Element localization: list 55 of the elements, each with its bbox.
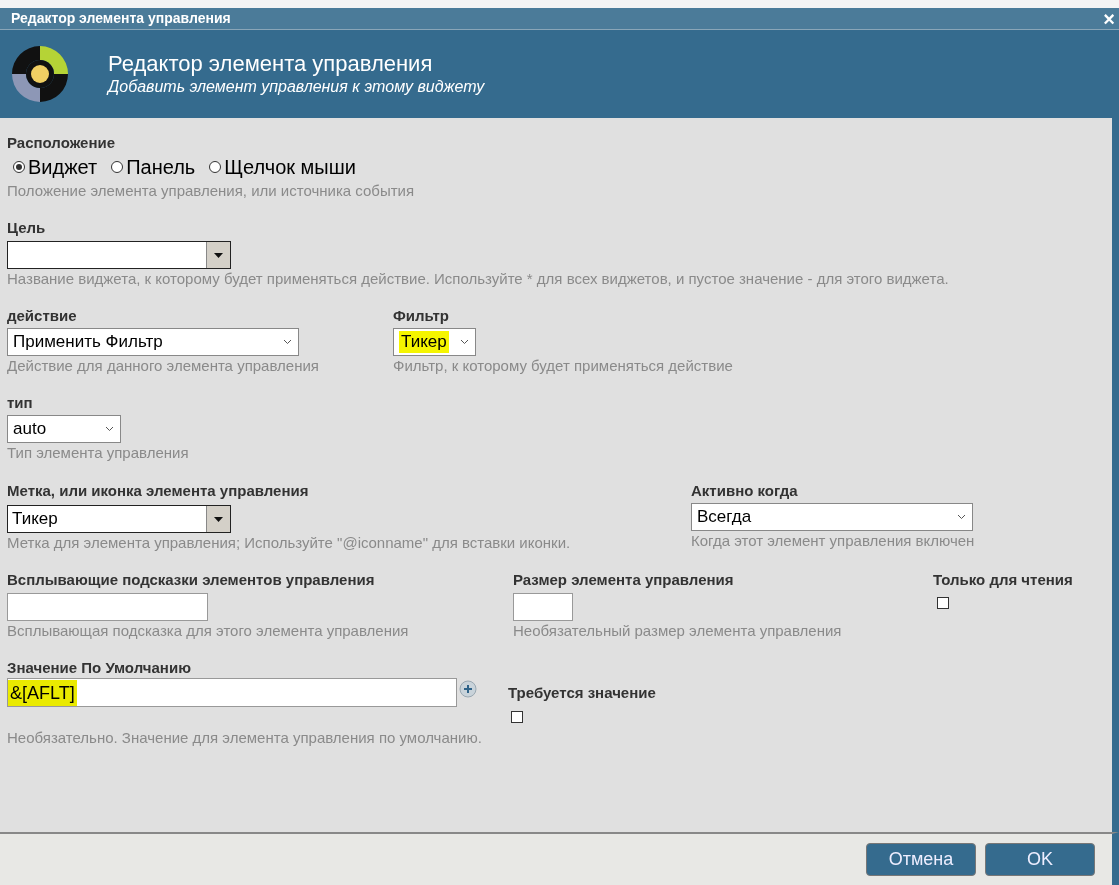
dialog-subtitle: Добавить элемент управления к этому виджету xyxy=(108,77,485,97)
checkbox[interactable] xyxy=(511,711,523,723)
field-label: Метка, или иконка элемента управления xyxy=(7,481,310,501)
field-label: Цель xyxy=(7,218,47,238)
field-label: Только для чтения xyxy=(933,570,1073,590)
field-label: Требуется значение xyxy=(508,683,656,703)
input-field[interactable]: &[AFLT] xyxy=(7,678,457,707)
dropdown[interactable]: Применить Фильтр xyxy=(7,328,299,356)
window-title: Редактор элемента управления xyxy=(11,9,231,28)
help-text: Необязательный размер элемента управления xyxy=(513,621,843,641)
help-text: Фильтр, к которому будет применяться действие xyxy=(393,356,733,376)
help-text: Когда этот элемент управления включен xyxy=(691,531,975,551)
input-field[interactable] xyxy=(7,593,208,621)
dialog-button[interactable]: OK xyxy=(985,843,1095,876)
plus-icon[interactable] xyxy=(459,680,477,698)
radio-label[interactable]: Щелчок мыши xyxy=(224,155,356,179)
dialog-button[interactable]: Отмена xyxy=(866,843,976,876)
help-text: Метка для элемента управления; Используйте "@iconname" для вставки иконки. xyxy=(7,533,572,553)
field-label: Значение По Умолчанию xyxy=(7,658,192,678)
help-text: Действие для данного элемента управления xyxy=(7,356,320,376)
radio-button[interactable] xyxy=(209,161,222,173)
dialog-heading: Редактор элемента управления xyxy=(108,51,434,77)
help-text: Всплывающая подсказка для этого элемента управления xyxy=(7,621,410,641)
help-text: Необязательно. Значение для элемента управления по умолчанию. xyxy=(7,728,483,748)
combo-box[interactable]: Тикер xyxy=(7,505,231,533)
dropdown[interactable]: Тикер xyxy=(393,328,476,356)
dropdown[interactable]: Всегда xyxy=(691,503,973,531)
help-text: Название виджета, к которому будет применяться действие. Используйте * для всех виджетов, и пустое значение - для этого виджета. xyxy=(7,269,950,289)
chevron-down-icon xyxy=(957,514,966,520)
chevron-down-icon xyxy=(460,339,469,345)
field-label: тип xyxy=(7,393,34,413)
field-label: Всплывающие подсказки элементов управления xyxy=(7,570,376,590)
chevron-down-icon xyxy=(105,426,114,432)
caret-icon xyxy=(214,516,223,522)
radio-button[interactable] xyxy=(111,161,124,173)
combo-box[interactable] xyxy=(7,241,231,269)
dropdown[interactable]: auto xyxy=(7,415,121,443)
close-button[interactable]: × xyxy=(1103,8,1115,29)
input-field[interactable] xyxy=(513,593,573,621)
chevron-down-icon xyxy=(283,339,292,345)
field-label: действие xyxy=(7,306,78,326)
field-label: Активно когда xyxy=(691,481,799,501)
field-label: Размер элемента управления xyxy=(513,570,735,590)
help-text: Тип элемента управления xyxy=(7,443,190,463)
radio-button[interactable] xyxy=(13,161,25,173)
dropdown-button[interactable] xyxy=(206,506,230,532)
caret-icon xyxy=(214,252,223,258)
checkbox[interactable] xyxy=(937,597,949,609)
radio-label[interactable]: Виджет xyxy=(28,155,98,179)
help-text: Положение элемента управления, или источника события xyxy=(7,181,416,201)
field-label: Фильтр xyxy=(393,306,450,326)
field-label: Расположение xyxy=(7,133,117,153)
dropdown-button[interactable] xyxy=(206,242,230,268)
logo-icon xyxy=(10,44,70,104)
radio-label[interactable]: Панель xyxy=(126,155,196,179)
